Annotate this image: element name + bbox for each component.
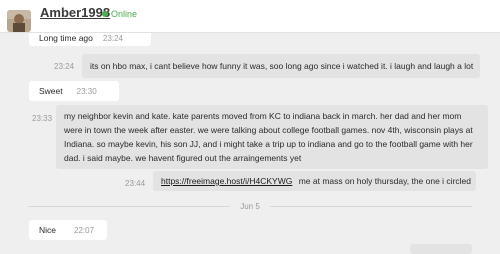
message-text: Long time ago xyxy=(39,33,93,43)
online-dot-icon xyxy=(102,11,108,17)
message-time: 23:44 xyxy=(125,179,146,188)
message-text: me at mass on holy thursday, the one i c… xyxy=(298,176,471,186)
message-outgoing-partial xyxy=(410,244,472,254)
avatar-photo-icon xyxy=(7,10,31,32)
message-time: 23:33 xyxy=(32,114,53,123)
message-time: 23:30 xyxy=(76,87,97,96)
message-text: its on hbo max, i cant believe how funny… xyxy=(90,61,474,71)
message-text: Nice xyxy=(39,225,57,235)
message-time: 23:24 xyxy=(54,62,75,71)
message-time: 23:24 xyxy=(102,34,123,43)
date-divider: Jun 5 xyxy=(0,200,500,212)
status-text: Online xyxy=(111,9,138,19)
message-outgoing: its on hbo max, i cant believe how funny… xyxy=(82,54,480,78)
message-link[interactable]: https://freeimage.host/i/H4CKYWG xyxy=(161,176,292,186)
message-incoming: Sweet 23:30 xyxy=(29,81,119,101)
message-outgoing: my neighbor kevin and kate. kate parents… xyxy=(56,105,488,169)
chat-thread: Long time ago 23:24 23:24 its on hbo max,… xyxy=(0,0,500,254)
message-text: Sweet xyxy=(39,86,63,96)
date-divider-label: Jun 5 xyxy=(240,201,260,211)
avatar[interactable] xyxy=(7,10,31,32)
chat-header: Amber1998 Online xyxy=(0,0,500,33)
message-text: my neighbor kevin and kate. kate parents… xyxy=(64,111,473,163)
message-time: 22:07 xyxy=(74,226,95,235)
message-incoming: Nice 22:07 xyxy=(29,220,107,240)
contact-name[interactable]: Amber1998 xyxy=(40,5,110,20)
status-indicator: Online xyxy=(102,9,137,19)
message-outgoing: https://freeimage.host/i/H4CKYWG me at m… xyxy=(153,171,476,191)
